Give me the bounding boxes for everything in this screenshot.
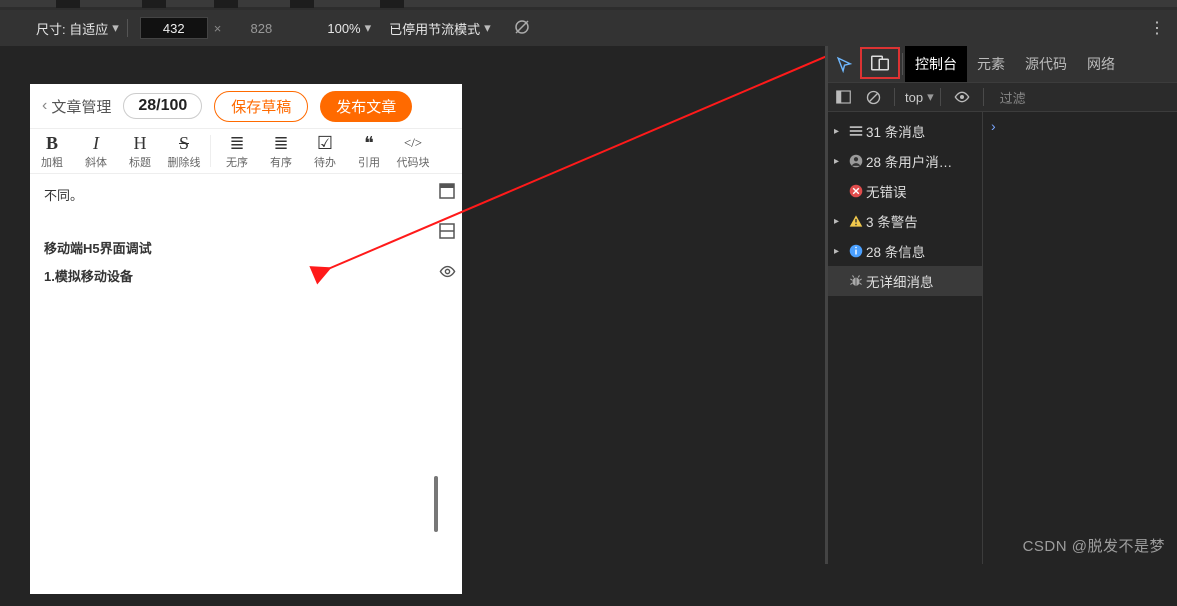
tab-strip	[0, 0, 1177, 10]
devtools-tabs: 控制台 元素 源代码 网络	[828, 46, 1177, 82]
more-icon[interactable]: ⋮	[1149, 18, 1165, 38]
context-selector[interactable]: top	[901, 90, 927, 105]
console-output[interactable]: ›	[983, 112, 1177, 564]
console-filter-list[interactable]: ▸31 条消息	[828, 116, 982, 146]
layout-split-icon[interactable]	[439, 220, 456, 250]
todo-button[interactable]: ☑待办	[303, 129, 347, 173]
bold-button[interactable]: B加粗	[30, 129, 74, 173]
console-sidebar: ▸31 条消息▸28 条用户消…无错误▸3 条警告▸28 条信息无详细消息	[828, 112, 983, 564]
resize-handle[interactable]	[434, 476, 438, 532]
watermark: CSDN @脱发不是梦	[1023, 535, 1165, 556]
tab-stub	[290, 0, 314, 8]
unordered-list-button[interactable]: ≣无序	[215, 129, 259, 173]
content-line: 移动端H5界面调试	[44, 237, 448, 262]
console-filter-warn[interactable]: ▸3 条警告	[828, 206, 982, 236]
save-draft-button[interactable]: 保存草稿	[214, 91, 308, 122]
zoom-label[interactable]: 100%	[327, 21, 360, 36]
italic-button[interactable]: I斜体	[74, 129, 118, 173]
tab-network[interactable]: 网络	[1077, 46, 1125, 82]
sidebar-toggle-icon[interactable]	[828, 90, 858, 104]
width-input[interactable]	[140, 17, 208, 39]
chevron-down-icon[interactable]: ▾	[927, 89, 934, 105]
back-label: 文章管理	[51, 96, 111, 117]
editor-content[interactable]: 不同。 移动端H5界面调试 1.模拟移动设备	[30, 174, 462, 300]
throttle-label[interactable]: 已停用节流模式	[389, 19, 480, 38]
toggle-device-icon[interactable]	[860, 47, 900, 79]
console-filter-row: top ▾ 过滤	[828, 82, 1177, 112]
chevron-down-icon[interactable]: ▾	[365, 20, 372, 36]
console-filter-user[interactable]: ▸28 条用户消…	[828, 146, 982, 176]
filter-input[interactable]: 过滤	[1000, 88, 1026, 107]
format-toolbar: B加粗 I斜体 H标题 S删除线 ≣无序 ≣有序 ☑待办 ❝引用 </>代码块	[30, 128, 462, 174]
code-button[interactable]: </>代码块	[391, 129, 435, 173]
orientation-icon[interactable]	[513, 18, 531, 39]
editor-header: ‹ 文章管理 28/100 保存草稿 发布文章	[30, 84, 462, 128]
tab-stub	[380, 0, 404, 8]
eye-icon[interactable]	[947, 89, 977, 105]
ordered-list-button[interactable]: ≣有序	[259, 129, 303, 173]
device-toolbar: 尺寸: 自适应 ▾ × 100% ▾ 已停用节流模式 ▾ ⋮	[0, 10, 1177, 46]
device-frame: ‹ 文章管理 28/100 保存草稿 发布文章 B加粗 I斜体 H标题 S删除线…	[30, 84, 462, 594]
separator	[210, 135, 211, 167]
tab-sources[interactable]: 源代码	[1015, 46, 1077, 82]
heading-button[interactable]: H标题	[118, 129, 162, 173]
clear-icon[interactable]	[858, 90, 888, 105]
console-filter-bug[interactable]: 无详细消息	[828, 266, 982, 296]
times-icon: ×	[214, 21, 222, 36]
tab-stub	[56, 0, 80, 8]
chevron-down-icon[interactable]: ▾	[484, 20, 491, 36]
console-filter-info[interactable]: ▸28 条信息	[828, 236, 982, 266]
layout-top-icon[interactable]	[439, 180, 456, 210]
tab-stub	[142, 0, 166, 8]
console-prompt: ›	[991, 118, 996, 134]
tab-elements[interactable]: 元素	[967, 46, 1015, 82]
quote-button[interactable]: ❝引用	[347, 129, 391, 173]
tab-stub	[214, 0, 238, 8]
back-button[interactable]: ‹ 文章管理	[42, 96, 111, 117]
content-line: 1.模拟移动设备	[44, 265, 448, 290]
separator	[127, 19, 128, 37]
content-line: 不同。	[44, 184, 448, 209]
eye-icon[interactable]	[439, 261, 456, 291]
chevron-left-icon: ‹	[42, 97, 47, 115]
height-input[interactable]	[227, 17, 295, 39]
publish-button[interactable]: 发布文章	[320, 91, 412, 122]
devtools-panel: 控制台 元素 源代码 网络 top ▾ 过滤 ▸31 条消息▸28 条用户消…无…	[825, 46, 1177, 564]
strike-button[interactable]: S删除线	[162, 129, 206, 173]
tab-console[interactable]: 控制台	[905, 46, 967, 82]
chevron-down-icon[interactable]: ▾	[112, 20, 119, 36]
viewport-pane: ‹ 文章管理 28/100 保存草稿 发布文章 B加粗 I斜体 H标题 S删除线…	[0, 46, 825, 564]
console-filter-err[interactable]: 无错误	[828, 176, 982, 206]
size-label[interactable]: 尺寸: 自适应	[36, 19, 108, 38]
inspect-icon[interactable]	[828, 46, 860, 82]
char-count: 28/100	[123, 93, 202, 119]
